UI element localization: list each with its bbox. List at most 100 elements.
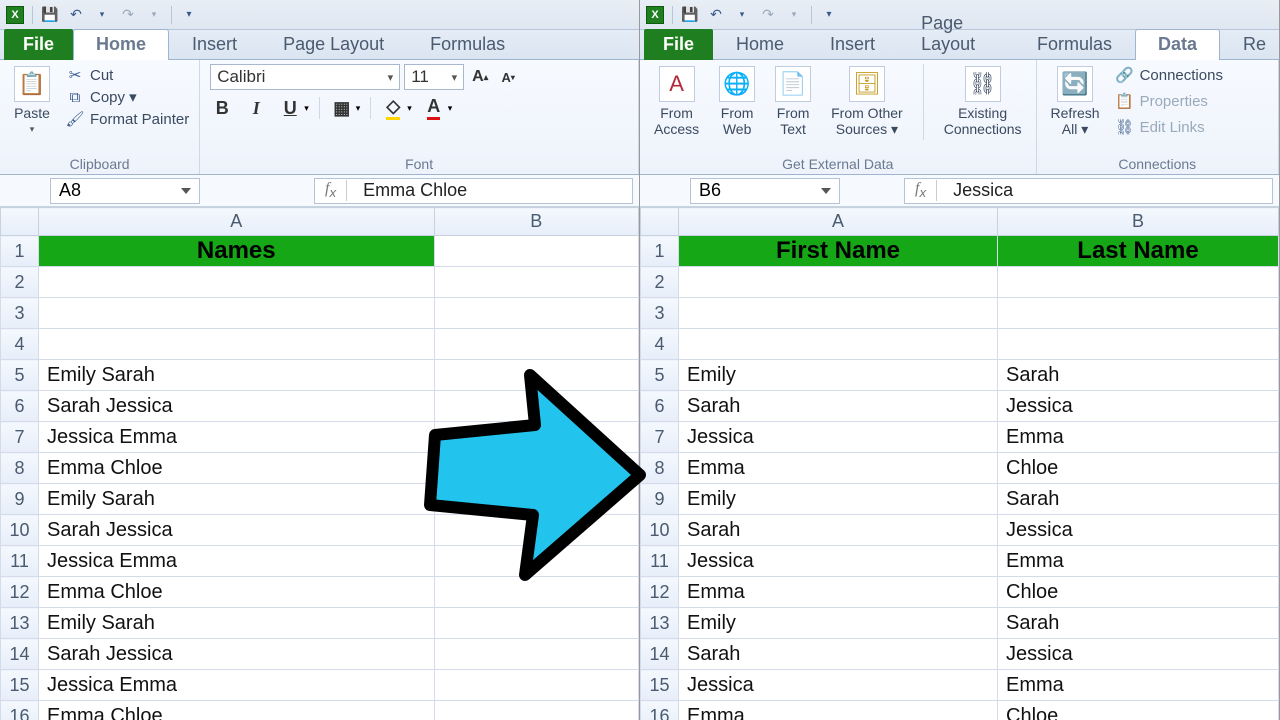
tab-home[interactable]: Home xyxy=(713,29,807,60)
cell[interactable] xyxy=(434,670,638,701)
cell[interactable] xyxy=(434,701,638,720)
cell[interactable] xyxy=(434,546,638,577)
cell[interactable] xyxy=(679,267,998,298)
cell[interactable] xyxy=(434,639,638,670)
row-header[interactable]: 1 xyxy=(1,236,39,267)
shrink-font-icon[interactable]: A▾ xyxy=(496,65,520,89)
cell[interactable]: Emily xyxy=(679,360,998,391)
row-header[interactable]: 9 xyxy=(1,484,39,515)
cell[interactable]: Jessica xyxy=(679,670,998,701)
cell[interactable] xyxy=(39,298,435,329)
tab-formulas[interactable]: Formulas xyxy=(1014,29,1135,60)
font-size-combo[interactable]: 11▾ xyxy=(404,64,464,90)
name-box-left[interactable]: A8 xyxy=(50,178,200,204)
cell[interactable] xyxy=(998,298,1279,329)
cell[interactable]: Jessica xyxy=(679,422,998,453)
cell[interactable] xyxy=(434,577,638,608)
redo-menu-icon[interactable]: ▾ xyxy=(785,6,803,24)
cell[interactable] xyxy=(434,391,638,422)
undo-menu-icon[interactable]: ▾ xyxy=(733,6,751,24)
cell[interactable]: Emily xyxy=(679,484,998,515)
cell[interactable]: Sarah Jessica xyxy=(39,391,435,422)
save-icon[interactable]: 💾 xyxy=(681,6,699,24)
cell[interactable]: Chloe xyxy=(998,577,1279,608)
row-header[interactable]: 13 xyxy=(641,608,679,639)
cell[interactable]: Emma Chloe xyxy=(39,701,435,720)
borders-icon[interactable]: ▦ xyxy=(330,96,354,120)
undo-icon[interactable]: ↶ xyxy=(707,6,725,24)
cell[interactable]: Chloe xyxy=(998,453,1279,484)
col-header-a-right[interactable]: A xyxy=(679,208,998,236)
row-header[interactable]: 2 xyxy=(641,267,679,298)
copy-button[interactable]: ⧉Copy ▾ xyxy=(66,86,189,108)
row-header[interactable]: 16 xyxy=(1,701,39,720)
cell[interactable]: Emily Sarah xyxy=(39,608,435,639)
tab-page-layout[interactable]: Page Layout xyxy=(898,8,1014,60)
row-header[interactable]: 11 xyxy=(1,546,39,577)
cell[interactable]: Jessica xyxy=(998,639,1279,670)
cell[interactable] xyxy=(679,329,998,360)
from-access-button[interactable]: AFrom Access xyxy=(650,64,703,139)
refresh-all-button[interactable]: 🔄Refresh All ▾ xyxy=(1047,64,1104,140)
tab-formulas[interactable]: Formulas xyxy=(407,29,528,60)
grid-left[interactable]: AB 1Names2345Emily Sarah6Sarah Jessica7J… xyxy=(0,207,639,720)
cut-button[interactable]: ✂Cut xyxy=(66,64,189,86)
qat-customize-icon[interactable]: ▾ xyxy=(820,6,838,24)
cell[interactable]: Emma xyxy=(998,670,1279,701)
cell[interactable]: Sarah xyxy=(679,515,998,546)
undo-menu-icon[interactable]: ▾ xyxy=(93,6,111,24)
fill-color-icon[interactable]: ◇ xyxy=(381,96,405,120)
row-header[interactable]: 4 xyxy=(1,329,39,360)
row-header[interactable]: 8 xyxy=(641,453,679,484)
row-header[interactable]: 9 xyxy=(641,484,679,515)
formula-input-right[interactable]: fxJessica xyxy=(904,178,1273,204)
font-color-icon[interactable]: A xyxy=(422,96,446,120)
from-web-button[interactable]: 🌐From Web xyxy=(715,64,759,139)
row-header[interactable]: 6 xyxy=(641,391,679,422)
cell[interactable] xyxy=(998,329,1279,360)
cell[interactable]: Sarah xyxy=(679,391,998,422)
cell[interactable] xyxy=(679,298,998,329)
properties-button[interactable]: 📋Properties xyxy=(1116,90,1223,112)
tab-data[interactable]: Data xyxy=(1135,29,1220,60)
cell[interactable]: Sarah Jessica xyxy=(39,639,435,670)
grow-font-icon[interactable]: A▴ xyxy=(468,65,492,89)
existing-connections-button[interactable]: ⛓Existing Connections xyxy=(940,64,1026,139)
tab-file[interactable]: File xyxy=(4,29,73,60)
undo-icon[interactable]: ↶ xyxy=(67,6,85,24)
row-header[interactable]: 10 xyxy=(1,515,39,546)
tab-review[interactable]: Re xyxy=(1220,29,1275,60)
format-painter-button[interactable]: 🖌Format Painter xyxy=(66,108,189,130)
col-header-a-left[interactable]: A xyxy=(39,208,435,236)
bold-button[interactable]: B xyxy=(210,96,234,120)
cell[interactable]: Jessica xyxy=(998,391,1279,422)
cell[interactable]: Jessica Emma xyxy=(39,670,435,701)
underline-button[interactable]: U xyxy=(278,96,302,120)
row-header[interactable]: 12 xyxy=(1,577,39,608)
tab-page-layout[interactable]: Page Layout xyxy=(260,29,407,60)
row-header[interactable]: 16 xyxy=(641,701,679,720)
cell[interactable]: Emily Sarah xyxy=(39,360,435,391)
cell[interactable]: Jessica xyxy=(998,515,1279,546)
paste-button[interactable]: 📋 Paste ▾ xyxy=(10,64,54,137)
name-box-right[interactable]: B6 xyxy=(690,178,840,204)
cell[interactable] xyxy=(434,453,638,484)
cell[interactable] xyxy=(434,608,638,639)
cell[interactable]: Emma xyxy=(998,422,1279,453)
cell[interactable]: Last Name xyxy=(998,236,1279,267)
cell[interactable]: Jessica xyxy=(679,546,998,577)
row-header[interactable]: 3 xyxy=(1,298,39,329)
cell[interactable]: Sarah xyxy=(998,360,1279,391)
row-header[interactable]: 3 xyxy=(641,298,679,329)
cell[interactable] xyxy=(434,484,638,515)
col-header-b-right[interactable]: B xyxy=(998,208,1279,236)
cell[interactable] xyxy=(434,329,638,360)
cell[interactable] xyxy=(39,329,435,360)
row-header[interactable]: 14 xyxy=(641,639,679,670)
qat-customize-icon[interactable]: ▾ xyxy=(180,6,198,24)
cell[interactable] xyxy=(998,267,1279,298)
cell[interactable]: First Name xyxy=(679,236,998,267)
cell[interactable]: Emily Sarah xyxy=(39,484,435,515)
cell[interactable]: Emma xyxy=(679,453,998,484)
row-header[interactable]: 4 xyxy=(641,329,679,360)
